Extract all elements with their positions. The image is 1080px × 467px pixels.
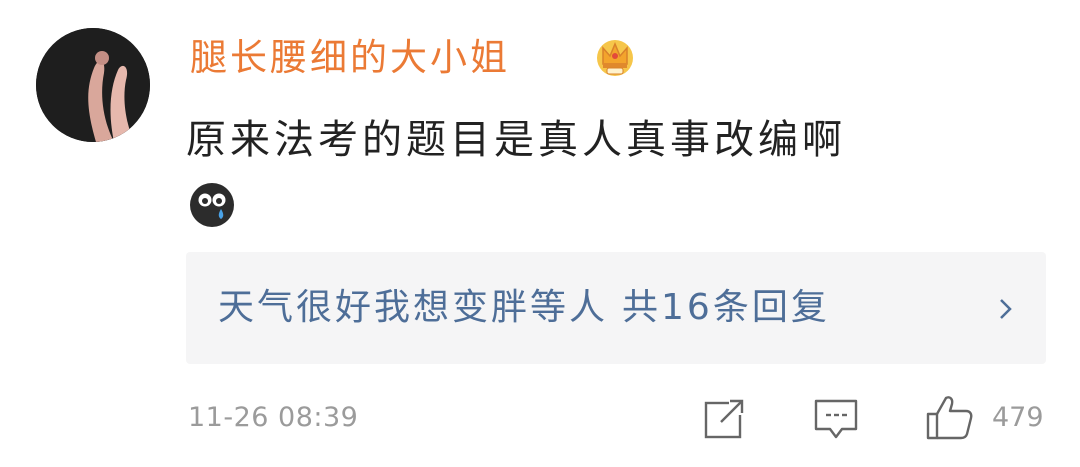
timestamp: 11-26 08:39 [188, 402, 359, 433]
comment-icon[interactable] [812, 396, 860, 442]
reply-preview-author: 天气很好我想变胖等人 [218, 287, 609, 328]
crying-emoji-icon [190, 183, 234, 227]
crown-badge-icon [597, 40, 633, 76]
reply-count-label: 共16条回复 [622, 287, 830, 328]
share-icon[interactable] [701, 396, 747, 442]
reply-preview[interactable]: 天气很好我想变胖等人 共16条回复 [218, 280, 830, 336]
chevron-right-icon [1000, 299, 1012, 319]
username[interactable]: 腿长腰细的大小姐 [190, 30, 510, 86]
thumbs-up-icon[interactable] [924, 392, 974, 442]
avatar[interactable] [36, 28, 150, 142]
reply-preview-box[interactable]: 天气很好我想变胖等人 共16条回复 [186, 252, 1046, 364]
comment-text: 原来法考的题目是真人真事改编啊 [186, 117, 846, 163]
like-count: 479 [992, 402, 1044, 433]
avatar-photo [36, 28, 150, 142]
